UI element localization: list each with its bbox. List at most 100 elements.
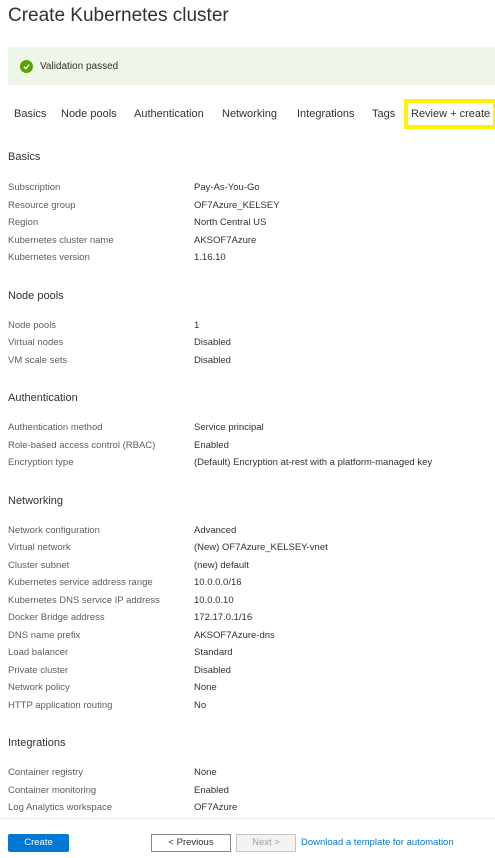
row-label: Load balancer	[8, 647, 69, 658]
summary-row: Node pools 1	[8, 317, 488, 335]
validation-banner: Validation passed	[8, 47, 495, 85]
tab-bar: Basics Node pools Authentication Network…	[0, 99, 495, 129]
row-value: Service principal	[194, 422, 264, 433]
row-value: 1	[194, 319, 200, 331]
summary-row: Virtual network (New) OF7Azure_KELSEY-vne…	[8, 539, 488, 557]
summary-row: Docker Bridge address 172.17.0.1/16	[8, 609, 488, 627]
row-label: Kubernetes DNS service IP address	[8, 594, 160, 606]
summary-row: VM scale sets Disabled	[8, 352, 488, 370]
create-button[interactable]: Create	[8, 834, 69, 852]
row-label: Log Analytics workspace	[8, 802, 113, 813]
row-label: Private cluster	[8, 664, 69, 676]
tab-node-pools[interactable]: Node pools	[61, 99, 117, 129]
next-button[interactable]: Next >	[236, 834, 296, 852]
summary-row: Subscription Pay-As-You-Go	[8, 179, 488, 197]
summary-row: Kubernetes service address range 10.0.0.0…	[8, 574, 488, 592]
summary-row: DNS name prefix AKSOF7Azure-dns	[8, 627, 488, 645]
section-title-authentication: Authentication	[8, 392, 78, 404]
row-value: 1.16.10	[194, 252, 226, 263]
summary-row: Encryption type (Default) Encryption at-r…	[8, 454, 488, 472]
row-value: North Central US	[194, 217, 267, 228]
row-value: (new) default	[194, 559, 249, 571]
row-value: Standard	[194, 647, 233, 658]
row-label: Container monitoring	[8, 784, 97, 796]
row-value: AKSOF7Azure	[194, 234, 257, 246]
row-label: Kubernetes cluster name	[8, 234, 114, 246]
summary-row: Cluster subnet (new) default	[8, 557, 488, 575]
row-value: Disabled	[194, 664, 231, 676]
action-footer: Create < Previous Next > Download a temp…	[0, 818, 495, 858]
row-value: OF7Azure_KELSEY	[194, 199, 280, 211]
summary-row: Authentication method Service principal	[8, 419, 488, 437]
tab-tags[interactable]: Tags	[372, 99, 395, 129]
row-label: Kubernetes version	[8, 252, 90, 263]
row-label: Resource group	[8, 199, 76, 211]
summary-row: Network configuration Advanced	[8, 522, 488, 540]
row-label: Role-based access control (RBAC)	[8, 439, 156, 451]
row-label: Network policy	[8, 682, 70, 693]
summary-row: Role-based access control (RBAC) Enabled	[8, 437, 488, 455]
review-summary: Basics Subscription Pay-As-You-Go Resourc…	[8, 150, 488, 851]
summary-row: Kubernetes version 1.16.10	[8, 249, 488, 267]
summary-row: Log Analytics workspace OF7Azure	[8, 799, 488, 817]
row-label: Authentication method	[8, 422, 103, 433]
row-value: (Default) Encryption at-rest with a plat…	[194, 457, 433, 468]
row-value: Advanced	[194, 524, 237, 536]
row-value: 10.0.0.0/16	[194, 577, 242, 588]
row-value: 172.17.0.1/16	[194, 612, 253, 623]
row-label: VM scale sets	[8, 354, 68, 366]
row-label: Encryption type	[8, 457, 74, 468]
row-label: Docker Bridge address	[8, 612, 105, 623]
row-value: OF7Azure	[194, 802, 238, 813]
summary-row: Container monitoring Enabled	[8, 782, 488, 800]
row-value: Disabled	[194, 337, 231, 348]
row-value: Enabled	[194, 439, 229, 451]
authentication-section: Authentication Authentication method Serv…	[8, 391, 488, 472]
row-label: Kubernetes service address range	[8, 577, 153, 588]
row-label: Network configuration	[8, 524, 100, 536]
row-label: Region	[8, 217, 39, 228]
row-value: None	[194, 682, 217, 693]
section-title-networking: Networking	[8, 494, 64, 507]
row-label: Cluster subnet	[8, 559, 70, 571]
networking-section: Networking Network configuration Advanced…	[8, 494, 488, 715]
row-value: None	[194, 767, 217, 778]
tab-basics[interactable]: Basics	[14, 99, 46, 129]
row-label: Virtual network	[8, 542, 71, 553]
page-title: Create Kubernetes cluster	[8, 5, 229, 26]
summary-row: Network policy None	[8, 679, 488, 697]
summary-row: HTTP application routing No	[8, 697, 488, 715]
validation-text: Validation passed	[40, 60, 119, 72]
download-template-link[interactable]: Download a template for automation	[301, 834, 454, 852]
row-value: AKSOF7Azure-dns	[194, 629, 275, 641]
row-label: HTTP application routing	[8, 699, 113, 711]
summary-row: Container registry None	[8, 764, 488, 782]
tab-integrations[interactable]: Integrations	[297, 99, 354, 129]
tab-authentication[interactable]: Authentication	[134, 99, 204, 129]
summary-row: Virtual nodes Disabled	[8, 334, 488, 352]
row-value: 10.0.0.10	[194, 594, 234, 606]
section-title-integrations: Integrations	[8, 737, 66, 749]
summary-row: Kubernetes cluster name AKSOF7Azure	[8, 232, 488, 250]
summary-row: Kubernetes DNS service IP address 10.0.0.…	[8, 592, 488, 610]
row-label: Subscription	[8, 182, 61, 193]
row-value: Pay-As-You-Go	[194, 182, 260, 193]
tab-review-create[interactable]: Review + create	[404, 99, 495, 129]
row-value: (New) OF7Azure_KELSEY-vnet	[194, 542, 328, 553]
row-label: Container registry	[8, 767, 83, 778]
node-pools-section: Node pools Node pools 1 Virtual nodes Disa…	[8, 289, 488, 370]
summary-row: Resource group OF7Azure_KELSEY	[8, 197, 488, 215]
tab-networking[interactable]: Networking	[222, 99, 277, 129]
row-value: No	[194, 699, 207, 711]
row-value: Disabled	[194, 354, 231, 366]
integrations-section: Integrations Container registry None Cont…	[8, 736, 488, 817]
previous-button[interactable]: < Previous	[151, 834, 231, 852]
row-label: DNS name prefix	[8, 629, 81, 641]
basics-section: Basics Subscription Pay-As-You-Go Resourc…	[8, 150, 488, 267]
checkmark-circle-icon	[20, 59, 33, 73]
section-title-basics: Basics	[8, 151, 41, 163]
row-label: Node pools	[8, 319, 57, 331]
summary-row: Region North Central US	[8, 214, 488, 232]
row-value: Enabled	[194, 784, 229, 796]
summary-row: Private cluster Disabled	[8, 662, 488, 680]
